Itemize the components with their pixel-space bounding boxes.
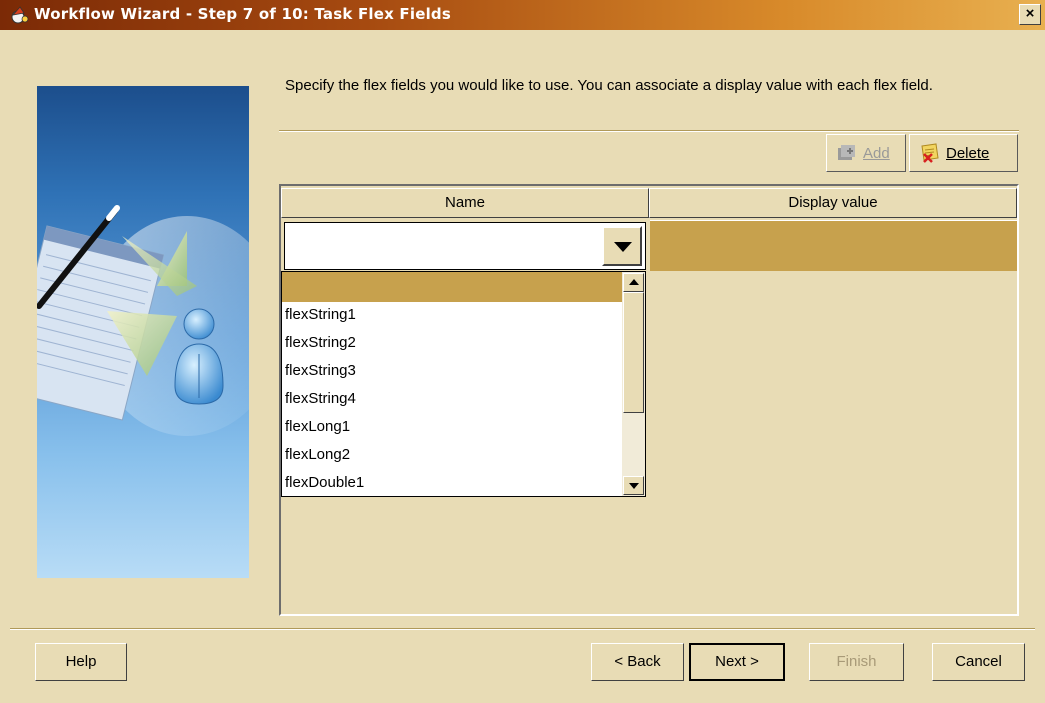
dropdown-option[interactable]: flexLong1	[285, 413, 621, 441]
chevron-down-icon	[614, 242, 632, 252]
add-button-label: Add	[863, 144, 890, 162]
dropdown-option[interactable]: flexDouble1	[285, 469, 621, 496]
separator	[279, 130, 1019, 132]
separator	[10, 628, 1035, 630]
name-combo-input[interactable]	[284, 222, 646, 270]
next-button-label: Next >	[715, 653, 759, 670]
cancel-button-label: Cancel	[955, 653, 1002, 670]
arrow-up-icon	[629, 279, 639, 285]
column-header-name[interactable]: Name	[281, 188, 649, 218]
window-title: Workflow Wizard - Step 7 of 10: Task Fle…	[34, 5, 451, 23]
dropdown-option[interactable]: flexString1	[285, 301, 621, 329]
arrow-down-icon	[629, 483, 639, 489]
add-row-icon	[838, 145, 855, 160]
name-combo-dropdown-button[interactable]	[602, 226, 642, 266]
scroll-thumb[interactable]	[623, 292, 644, 413]
scroll-down-button[interactable]	[623, 476, 644, 495]
help-button[interactable]: Help	[35, 643, 127, 681]
wizard-hat-icon	[11, 6, 29, 24]
close-button[interactable]: ×	[1019, 4, 1041, 25]
help-button-label: Help	[65, 653, 97, 670]
dropdown-option[interactable]: flexString2	[285, 329, 621, 357]
back-button-label: < Back	[614, 653, 661, 670]
back-button[interactable]: < Back	[591, 643, 684, 681]
display-value-cell[interactable]	[650, 220, 1017, 271]
name-dropdown-list[interactable]: flexString1 flexString2 flexString3 flex…	[281, 271, 646, 497]
next-button[interactable]: Next >	[689, 643, 785, 681]
delete-button-label: Delete	[946, 144, 990, 162]
wizard-illustration	[37, 86, 249, 578]
dropdown-option[interactable]	[282, 272, 622, 302]
instructions-text: Specify the flex fields you would like t…	[285, 77, 933, 94]
dropdown-scrollbar[interactable]	[622, 272, 645, 496]
dropdown-option[interactable]: flexLong2	[285, 441, 621, 469]
delete-row-icon	[921, 143, 939, 163]
finish-button-label: Finish	[836, 653, 877, 670]
delete-button[interactable]: Delete	[909, 134, 1018, 172]
cancel-button[interactable]: Cancel	[932, 643, 1025, 681]
column-header-display-value[interactable]: Display value	[649, 188, 1017, 218]
title-bar: Workflow Wizard - Step 7 of 10: Task Fle…	[0, 0, 1045, 30]
dropdown-option[interactable]: flexString3	[285, 357, 621, 385]
add-button[interactable]: Add	[826, 134, 906, 172]
scroll-up-button[interactable]	[623, 273, 644, 292]
finish-button[interactable]: Finish	[809, 643, 904, 681]
dropdown-option[interactable]: flexString4	[285, 385, 621, 413]
